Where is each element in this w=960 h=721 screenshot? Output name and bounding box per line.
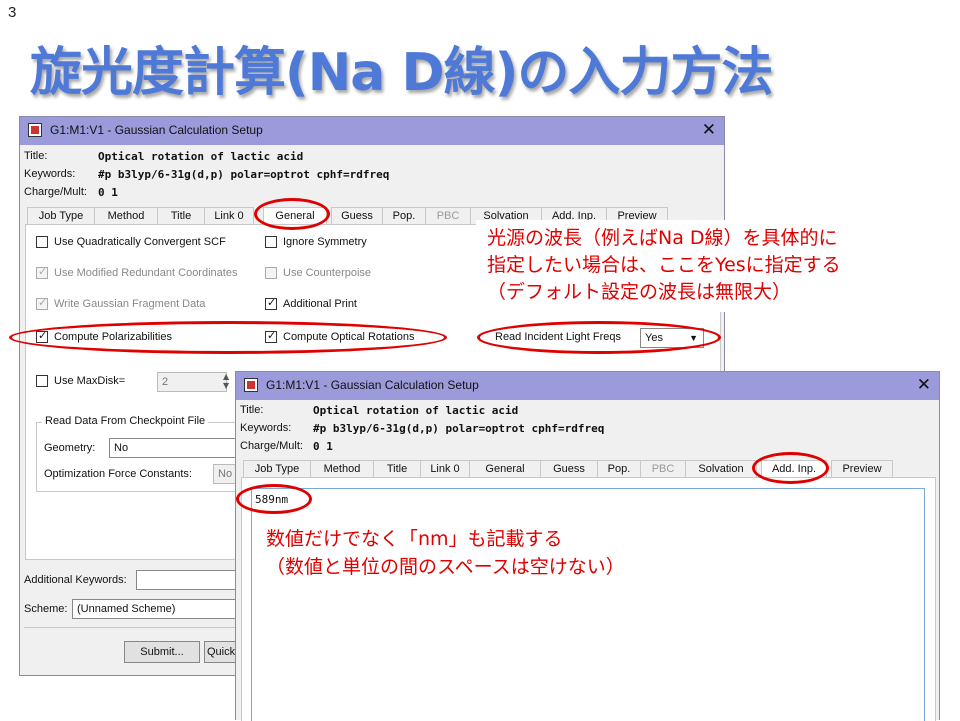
geometry-label: Geometry: xyxy=(44,442,96,454)
close-icon[interactable]: ✕ xyxy=(917,375,931,395)
optical-rotations-checkbox[interactable]: ✓ xyxy=(265,329,277,343)
additional-input-text: 589nm xyxy=(255,493,289,506)
note2-line2: （数値と単位の間のスペースは空けない） xyxy=(266,556,625,578)
note1-line2: 指定したい場合は、ここをYesに指定する xyxy=(487,254,841,276)
tab-title[interactable]: Title xyxy=(157,207,205,224)
tab-method[interactable]: Method xyxy=(94,207,158,224)
checkpoint-group-title: Read Data From Checkpoint File xyxy=(42,415,209,427)
scheme-value: (Unnamed Scheme) xyxy=(77,603,176,615)
window-title: G1:M1:V1 - Gaussian Calculation Setup xyxy=(266,378,479,392)
submit-button[interactable]: Submit... xyxy=(124,641,200,663)
tab-preview[interactable]: Preview xyxy=(831,460,893,477)
charge-mult-value[interactable]: 0 1 xyxy=(98,186,118,199)
keywords-value[interactable]: #p b3lyp/6-31g(d,p) polar=optrot cphf=rd… xyxy=(313,422,604,435)
counterpoise-checkbox xyxy=(265,267,277,279)
polarizabilities-checkbox[interactable]: ✓ xyxy=(36,329,48,343)
tab-link0[interactable]: Link 0 xyxy=(420,460,470,477)
keywords-label: Keywords: xyxy=(240,422,292,434)
tab-guess[interactable]: Guess xyxy=(331,207,383,224)
tab-pbc: PBC xyxy=(640,460,686,477)
tab-pop[interactable]: Pop. xyxy=(382,207,426,224)
gaussview-app-icon xyxy=(28,123,42,137)
maxdisk-label: Use MaxDisk= xyxy=(54,375,126,387)
force-constants-select: No xyxy=(213,464,236,484)
modified-redundant-checkbox: ✓ xyxy=(36,265,48,279)
polarizabilities-label: Compute Polarizabilities xyxy=(54,331,172,343)
additional-print-label: Additional Print xyxy=(283,298,357,310)
slide-title: 旋光度計算(Na D線)の入力方法 xyxy=(30,43,773,103)
note1-line1: 光源の波長（例えばNa D線）を具体的に xyxy=(487,227,838,249)
tab-pop[interactable]: Pop. xyxy=(597,460,641,477)
slide-number: 3 xyxy=(8,4,17,21)
window-titlebar[interactable]: G1:M1:V1 - Gaussian Calculation Setup ✕ xyxy=(236,372,939,400)
tab-bar: Job Type Method Title Link 0 General Gue… xyxy=(243,460,903,478)
charge-mult-value[interactable]: 0 1 xyxy=(313,440,333,453)
maxdisk-value: 2 xyxy=(162,376,169,388)
additional-keywords-input[interactable] xyxy=(136,570,236,590)
ignore-symmetry-checkbox[interactable] xyxy=(265,236,277,248)
keywords-label: Keywords: xyxy=(24,168,76,180)
additional-print-checkbox[interactable]: ✓ xyxy=(265,296,277,310)
tab-job-type[interactable]: Job Type xyxy=(243,460,311,477)
modified-redundant-label: Use Modified Redundant Coordinates xyxy=(54,267,238,279)
tab-general[interactable]: General xyxy=(469,460,541,477)
tab-pbc: PBC xyxy=(425,207,471,224)
optical-rotations-label: Compute Optical Rotations xyxy=(283,331,415,343)
maxdisk-spinbox: 2 xyxy=(157,372,227,392)
counterpoise-label: Use Counterpoise xyxy=(283,267,372,279)
title-label: Title: xyxy=(24,150,48,162)
note1-line3: （デフォルト設定の波長は無限大） xyxy=(487,281,792,303)
tab-solvation[interactable]: Solvation xyxy=(685,460,757,477)
spin-arrows-icon: ▲ ▼ xyxy=(223,372,230,390)
tab-link0[interactable]: Link 0 xyxy=(204,207,254,224)
window-title: G1:M1:V1 - Gaussian Calculation Setup xyxy=(50,123,263,137)
write-fragment-checkbox: ✓ xyxy=(36,296,48,310)
chevron-down-icon: ▼ xyxy=(689,333,698,343)
title-label: Title: xyxy=(240,404,264,416)
window-titlebar[interactable]: G1:M1:V1 - Gaussian Calculation Setup ✕ xyxy=(20,117,724,145)
bottom-divider xyxy=(24,627,236,628)
maxdisk-checkbox[interactable] xyxy=(36,375,48,387)
read-incident-select[interactable]: Yes ▼ xyxy=(640,328,704,348)
ignore-symmetry-label: Ignore Symmetry xyxy=(283,236,367,248)
title-value[interactable]: Optical rotation of lactic acid xyxy=(313,404,518,417)
additional-input-textarea[interactable] xyxy=(251,488,925,721)
scheme-label: Scheme: xyxy=(24,603,68,615)
force-constants-value: No xyxy=(218,468,233,480)
tab-add-inp[interactable]: Add. Inp. xyxy=(761,460,827,477)
scheme-select[interactable]: (Unnamed Scheme) xyxy=(72,599,236,619)
write-fragment-label: Write Gaussian Fragment Data xyxy=(54,298,206,310)
tab-title[interactable]: Title xyxy=(373,460,421,477)
geometry-select[interactable]: No xyxy=(109,438,236,458)
charge-mult-label: Charge/Mult: xyxy=(240,440,303,452)
title-value[interactable]: Optical rotation of lactic acid xyxy=(98,150,303,163)
read-incident-label: Read Incident Light Freqs xyxy=(495,331,621,343)
close-icon[interactable]: ✕ xyxy=(702,120,716,140)
tab-guess[interactable]: Guess xyxy=(540,460,598,477)
gaussview-app-icon xyxy=(244,378,258,392)
geometry-value: No xyxy=(114,442,129,454)
read-incident-value: Yes xyxy=(645,332,663,344)
tab-job-type[interactable]: Job Type xyxy=(27,207,95,224)
force-constants-label: Optimization Force Constants: xyxy=(44,468,192,480)
keywords-value[interactable]: #p b3lyp/6-31g(d,p) polar=optrot cphf=rd… xyxy=(98,168,389,181)
quad-scf-label: Use Quadratically Convergent SCF xyxy=(54,236,226,248)
tab-general[interactable]: General xyxy=(263,207,327,224)
quick-launch-button[interactable]: Quick xyxy=(204,641,236,663)
quad-scf-checkbox[interactable] xyxy=(36,236,48,248)
charge-mult-label: Charge/Mult: xyxy=(24,186,87,198)
additional-keywords-label: Additional Keywords: xyxy=(24,574,127,586)
note2-line1: 数値だけでなく「nm」も記載する xyxy=(266,528,563,550)
tab-method[interactable]: Method xyxy=(310,460,374,477)
